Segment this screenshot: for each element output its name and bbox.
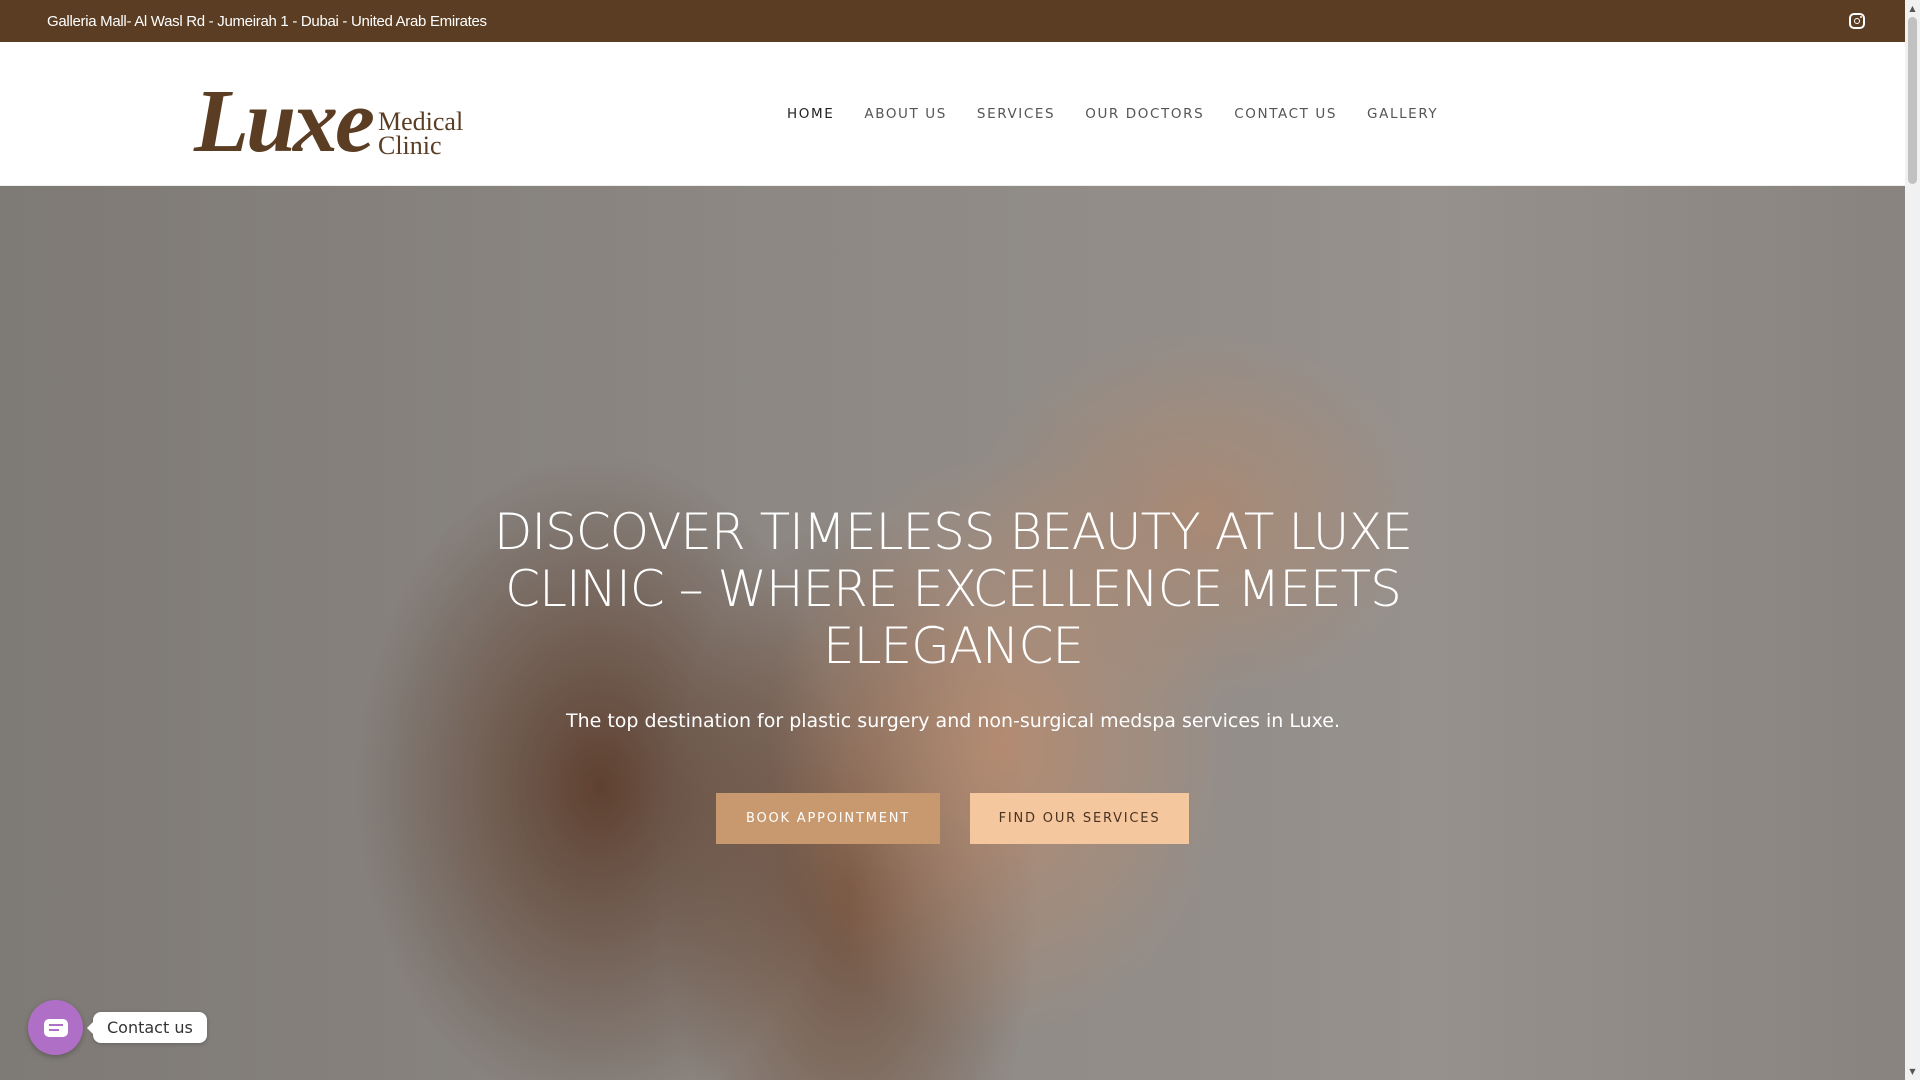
hero-section: DISCOVER TIMELESS BEAUTY AT LUXE CLINIC … — [0, 186, 1905, 1080]
contact-widget-button[interactable] — [28, 1000, 83, 1055]
page-scrollbar[interactable]: ▲ ▼ — [1905, 0, 1920, 1080]
hero-title: DISCOVER TIMELESS BEAUTY AT LUXE CLINIC … — [493, 503, 1413, 675]
contact-widget-label[interactable]: Contact us — [87, 1012, 207, 1043]
book-appointment-button[interactable]: BOOK APPOINTMENT — [716, 793, 940, 844]
logo-sub-line2: Clinic — [377, 131, 442, 160]
chat-icon — [43, 1018, 68, 1037]
scrollbar-thumb[interactable] — [1908, 17, 1917, 184]
address-text: Galleria Mall- Al Wasl Rd - Jumeirah 1 -… — [47, 12, 487, 30]
logo-subtitle: Medical Clinic — [377, 109, 463, 160]
nav-item-about-us[interactable]: ABOUT US — [864, 106, 947, 122]
nav-item-contact-us[interactable]: CONTACT US — [1234, 106, 1337, 122]
hero-subtitle: The top destination for plastic surgery … — [565, 710, 1341, 732]
logo-wordmark: Luxe — [194, 72, 375, 171]
nav-item-our-doctors[interactable]: OUR DOCTORS — [1085, 106, 1204, 122]
find-services-button[interactable]: FIND OUR SERVICES — [970, 793, 1189, 844]
nav-item-services[interactable]: SERVICES — [977, 106, 1055, 122]
site-header: Luxe Medical Clinic HOME ABOUT US SERVIC… — [0, 42, 1905, 186]
contact-widget[interactable]: Contact us — [28, 1000, 207, 1055]
top-info-bar: Galleria Mall- Al Wasl Rd - Jumeirah 1 -… — [0, 0, 1905, 42]
scroll-up-arrow-icon[interactable]: ▲ — [1905, 0, 1920, 17]
scroll-down-arrow-icon[interactable]: ▼ — [1905, 1063, 1920, 1080]
nav-item-home[interactable]: HOME — [787, 106, 834, 122]
main-nav: HOME ABOUT US SERVICES OUR DOCTORS CONTA… — [787, 42, 1438, 186]
nav-item-gallery[interactable]: GALLERY — [1367, 106, 1438, 122]
logo[interactable]: Luxe Medical Clinic — [194, 72, 463, 171]
instagram-icon[interactable] — [1849, 13, 1865, 29]
